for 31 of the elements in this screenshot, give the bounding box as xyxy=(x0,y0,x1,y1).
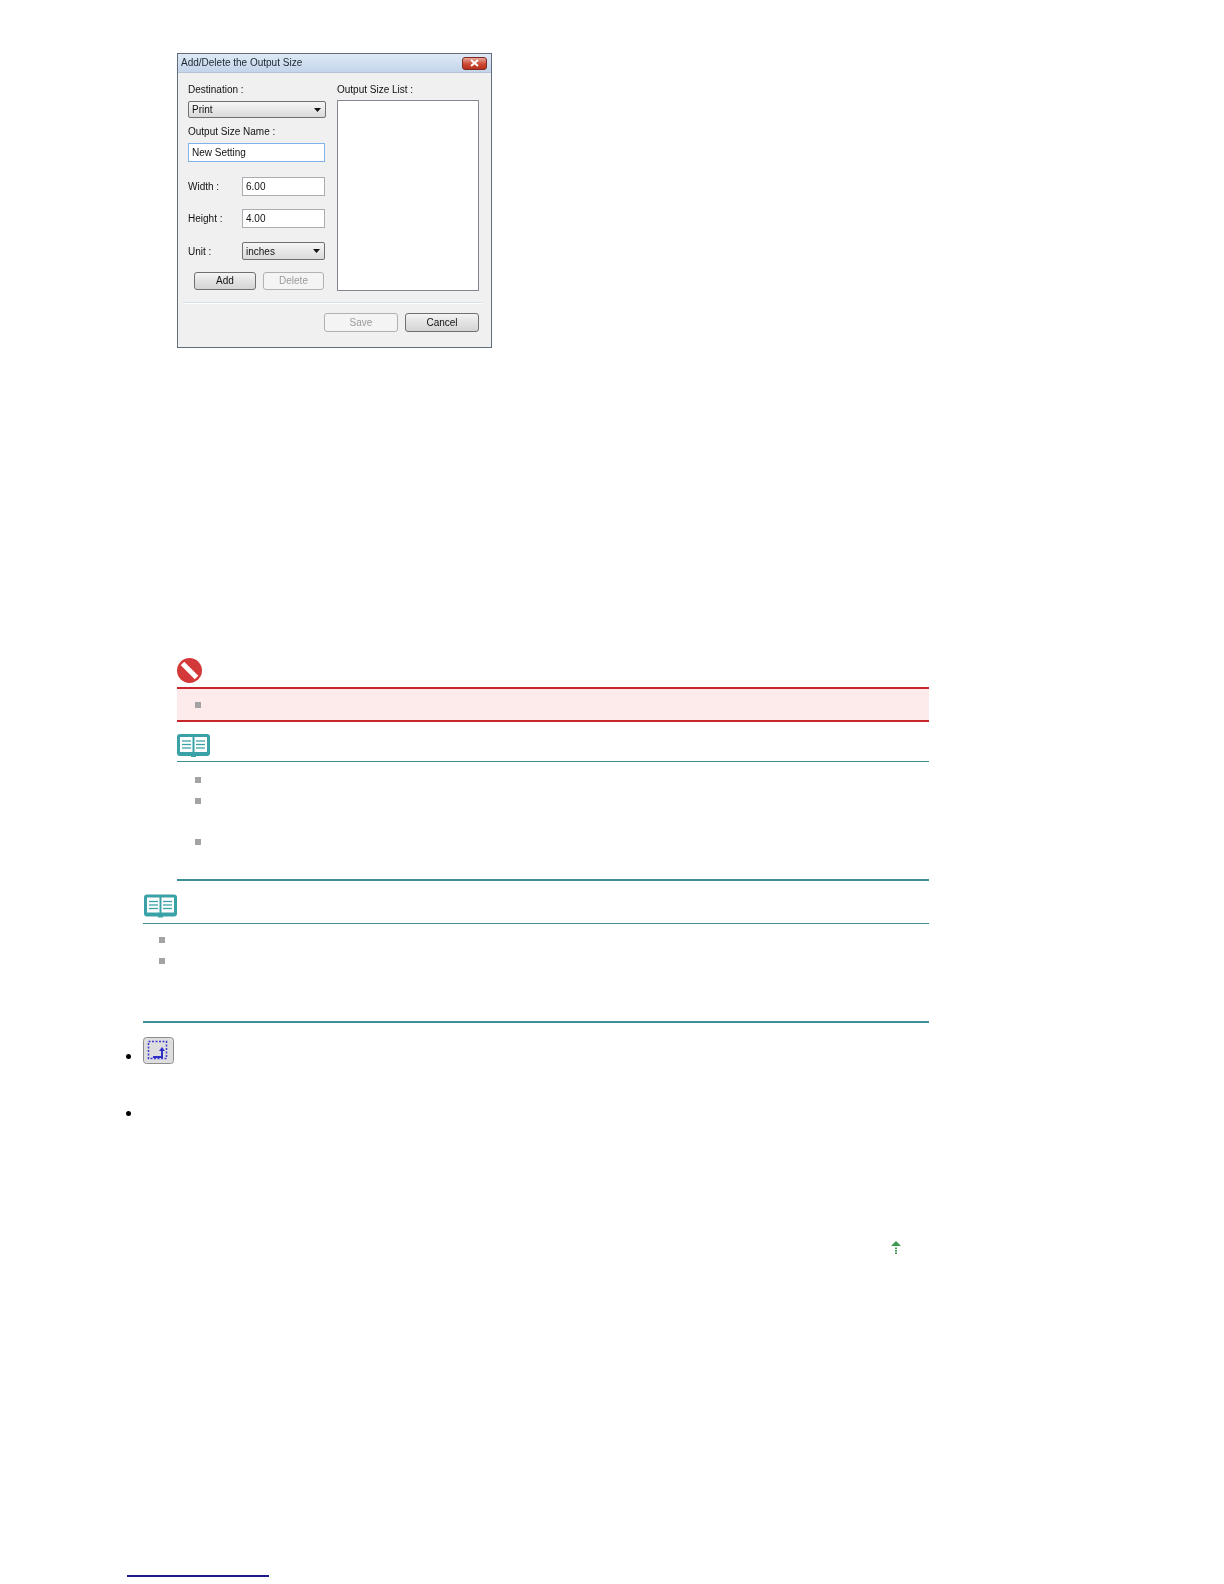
output-size-name-label: Output Size Name : xyxy=(188,125,277,138)
open-book-icon xyxy=(144,894,177,918)
height-field[interactable]: 4.00 xyxy=(242,209,325,228)
output-size-list[interactable] xyxy=(337,100,479,291)
window-title: Add/Delete the Output Size xyxy=(181,57,303,69)
caret-icon xyxy=(314,107,321,112)
height-label: Height : xyxy=(188,212,224,225)
width-label: Width : xyxy=(188,180,221,193)
destination-label: Destination : xyxy=(188,83,245,96)
width-field[interactable]: 6.00 xyxy=(242,177,325,196)
open-book-icon xyxy=(177,734,210,757)
output-size-name-field[interactable]: New Setting xyxy=(188,143,325,162)
square-bullet-icon xyxy=(195,702,201,708)
square-bullet-icon xyxy=(195,798,201,804)
output-size-list-label: Output Size List : xyxy=(337,83,415,96)
square-bullet-icon xyxy=(195,839,201,845)
unit-label: Unit : xyxy=(188,244,213,258)
cancel-button[interactable]: Cancel xyxy=(405,313,479,332)
bullet-dot-icon xyxy=(126,1054,131,1059)
close-icon xyxy=(470,59,479,67)
add-button[interactable]: Add xyxy=(194,272,256,290)
bullet-dot-icon xyxy=(126,1111,131,1116)
square-bullet-icon xyxy=(195,777,201,783)
caret-icon xyxy=(313,249,320,253)
square-bullet-icon xyxy=(159,937,165,943)
prohibition-icon xyxy=(177,658,202,683)
unit-dropdown[interactable]: inches xyxy=(242,242,325,260)
destination-dropdown[interactable]: Print xyxy=(188,101,326,118)
square-bullet-icon xyxy=(159,958,165,964)
up-arrow-icon[interactable] xyxy=(891,1241,901,1254)
close-button[interactable] xyxy=(462,56,487,70)
